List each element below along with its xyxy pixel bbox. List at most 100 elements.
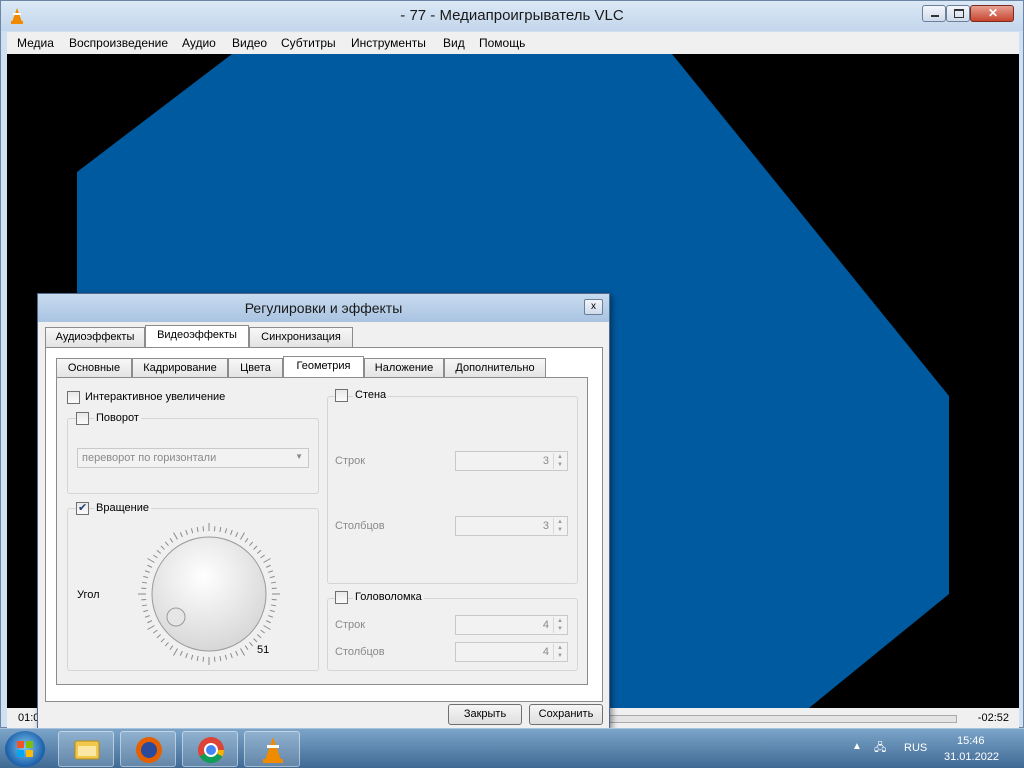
menu-video[interactable]: Видео [232, 36, 267, 50]
menu-view[interactable]: Вид [443, 36, 465, 50]
dial-tick [230, 653, 233, 659]
transform-select[interactable]: переворот по горизонтали ▼ [77, 448, 309, 468]
network-icon[interactable]: 🖧 [874, 739, 886, 758]
dial-tick [169, 645, 174, 650]
dial-tick [164, 541, 169, 547]
remaining-time[interactable]: -02:52 [978, 712, 1009, 724]
wall-cols-spinbox[interactable]: 3 ▲ ▼ [455, 516, 568, 536]
wall-rows-spinbox[interactable]: 3 ▲ ▼ [455, 451, 568, 471]
taskbar: ▲ 🖧 RUS 15:46 31.01.2022 [0, 728, 1024, 768]
spin-arrows-icon[interactable]: ▲ ▼ [553, 644, 566, 660]
menu-media[interactable]: Медиа [17, 36, 54, 50]
dialog-title: Регулировки и эффекты [244, 300, 403, 316]
wall-group [327, 396, 578, 584]
tab-colors[interactable]: Цвета [228, 358, 283, 378]
menu-audio[interactable]: Аудио [182, 36, 216, 50]
maximize-button[interactable] [946, 5, 970, 22]
wall-checkbox[interactable] [335, 389, 348, 402]
taskbar-firefox[interactable] [120, 731, 176, 767]
taskbar-vlc[interactable] [244, 731, 300, 767]
taskbar-chrome[interactable] [182, 731, 238, 767]
close-button[interactable]: Закрыть [448, 704, 522, 725]
chrome-icon [198, 737, 225, 764]
dial-tick [143, 609, 149, 613]
start-button[interactable] [5, 731, 45, 767]
firefox-icon [136, 737, 162, 763]
puzzle-rows-label: Строк [335, 619, 366, 631]
spin-arrows-icon[interactable]: ▲ ▼ [553, 617, 566, 633]
rotate-label: Поворот [94, 412, 141, 424]
taskbar-explorer[interactable] [58, 731, 114, 767]
tab-basic[interactable]: Основные [56, 358, 132, 378]
dial-tick [244, 645, 249, 650]
dial-tick [219, 655, 222, 662]
dialog-close-button[interactable]: x [584, 299, 603, 315]
dial-tick [196, 655, 199, 662]
tab-audio-effects[interactable]: Аудиоэффекты [45, 327, 145, 347]
tab-crop[interactable]: Кадрирование [132, 358, 228, 378]
save-button[interactable]: Сохранить [529, 704, 603, 725]
menu-subtitles[interactable]: Субтитры [281, 36, 336, 50]
tab-overlay[interactable]: Наложение [364, 358, 444, 378]
effects-dialog: Регулировки и эффекты x Аудиоэффекты Вид… [37, 293, 610, 729]
vlc-icon [263, 737, 283, 763]
dial-tick [256, 549, 262, 554]
puzzle-checkbox[interactable] [335, 591, 348, 604]
puzzle-cols-label: Столбцов [335, 646, 385, 658]
chevron-down-icon: ▼ [295, 452, 303, 461]
dial-tick [156, 634, 162, 639]
tab-geometry[interactable]: Геометрия [283, 356, 364, 378]
spin-arrows-icon[interactable]: ▲ ▼ [553, 518, 566, 534]
dial-tick [160, 545, 165, 550]
window-titlebar[interactable]: - 77 - Медиапроигрыватель VLC ✕ [1, 1, 1023, 31]
dial-tick [256, 634, 262, 639]
dial-tick [265, 564, 271, 568]
wall-cols-label: Столбцов [335, 520, 385, 532]
dial-tick [190, 528, 194, 534]
wall-rows-value: 3 [542, 455, 549, 467]
dial-tick [144, 570, 150, 573]
tab-synchronization[interactable]: Синхронизация [249, 327, 353, 347]
rotation-label: Вращение [94, 502, 151, 514]
interactive-zoom-checkbox[interactable] [67, 391, 80, 404]
dial-tick [164, 641, 169, 647]
puzzle-cols-spinbox[interactable]: 4 ▲ ▼ [455, 642, 568, 662]
tab-advanced[interactable]: Дополнительно [444, 358, 546, 378]
dial-tick [141, 581, 148, 584]
windows-logo-icon [17, 741, 33, 757]
clock-time[interactable]: 15:46 [957, 735, 985, 747]
dial-tick [173, 648, 178, 656]
dial-tick [260, 554, 265, 559]
dial-knob[interactable] [166, 607, 186, 627]
dial-tick [269, 575, 275, 579]
close-window-button[interactable]: ✕ [970, 5, 1014, 22]
tab-video-effects[interactable]: Видеоэффекты [145, 325, 249, 347]
dial-tick [185, 529, 188, 535]
spin-arrows-icon[interactable]: ▲ ▼ [553, 453, 566, 469]
puzzle-rows-spinbox[interactable]: 4 ▲ ▼ [455, 615, 568, 635]
dial-tick [173, 532, 178, 540]
menu-tools[interactable]: Инструменты [351, 36, 426, 50]
seek-slider[interactable] [607, 715, 957, 723]
dialog-titlebar[interactable]: Регулировки и эффекты x [38, 294, 609, 322]
geometry-panel: Интерактивное увеличение Поворот перевор… [56, 377, 588, 685]
dial-tick [156, 549, 162, 554]
tray-expand-icon[interactable]: ▲ [852, 741, 862, 752]
dial-tick [153, 554, 158, 559]
wall-rows-label: Строк [335, 455, 366, 467]
dial-tick [141, 604, 148, 607]
rotate-checkbox[interactable] [76, 412, 89, 425]
menu-help[interactable]: Помощь [479, 36, 525, 50]
dial-tick [179, 532, 183, 538]
dial-tick [144, 615, 150, 618]
menu-playback[interactable]: Воспроизведение [69, 36, 168, 50]
dial-tick [160, 638, 165, 643]
rotation-checkbox[interactable] [76, 501, 89, 515]
clock-date[interactable]: 31.01.2022 [944, 751, 999, 763]
language-indicator[interactable]: RUS [904, 742, 927, 754]
puzzle-label: Головоломка [353, 591, 424, 603]
menu-bar: Медиа Воспроизведение Аудио Видео Субтит… [7, 32, 1019, 54]
dial-tick [147, 625, 155, 630]
minimize-button[interactable] [922, 5, 946, 22]
dial-tick [224, 528, 228, 534]
